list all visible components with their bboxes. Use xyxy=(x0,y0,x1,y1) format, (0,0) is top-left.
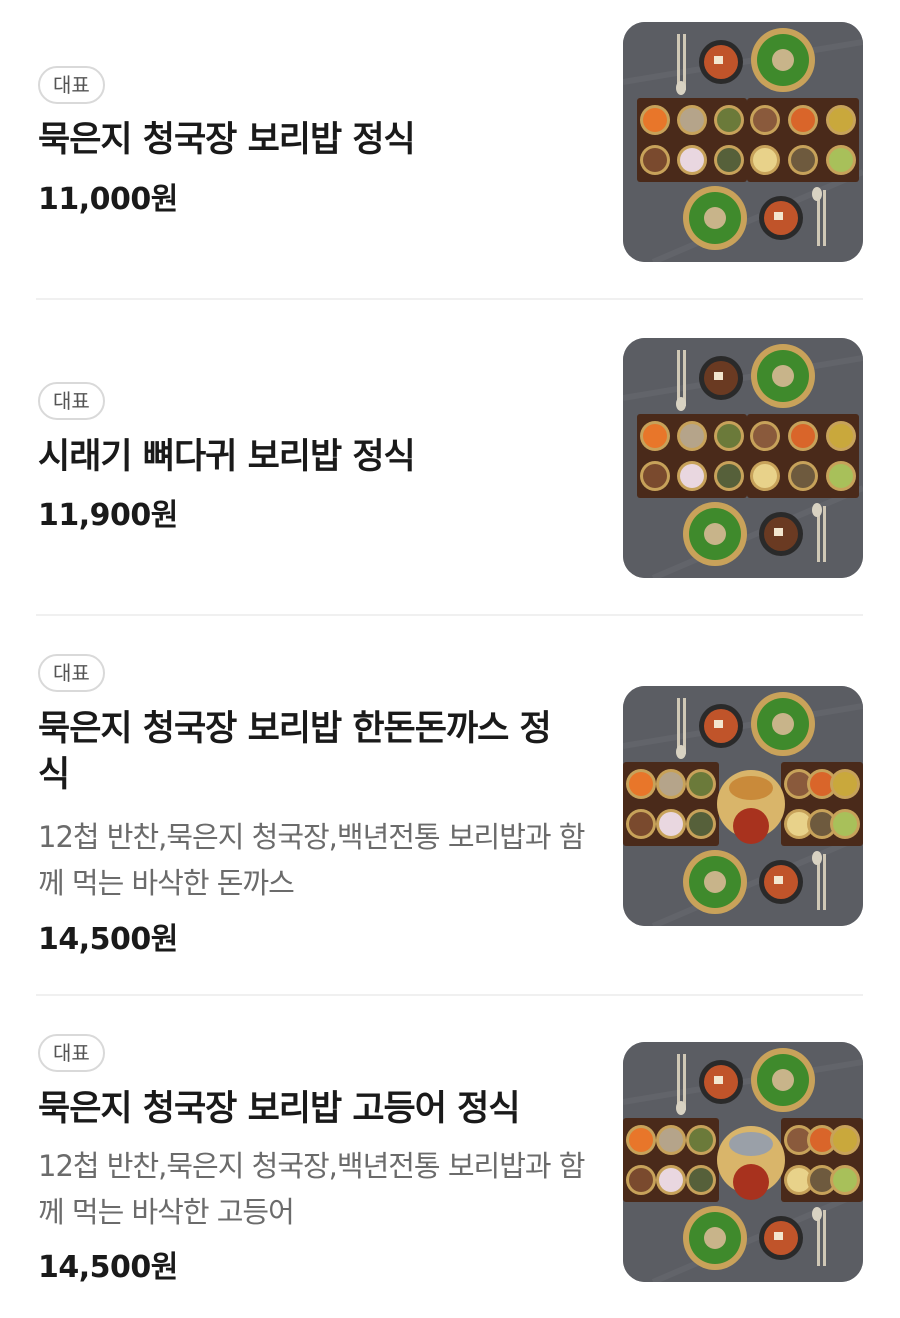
menu-item-price: 14,500원 xyxy=(38,922,178,957)
signature-badge: 대표 xyxy=(38,654,105,692)
menu-item-price: 11,000원 xyxy=(38,182,178,217)
menu-item-name: 묵은지 청국장 보리밥 정식 xyxy=(38,120,416,160)
menu-item-name: 시래기 뼈다귀 보리밥 정식 xyxy=(38,437,416,477)
signature-badge: 대표 xyxy=(38,1034,105,1072)
menu-item-name: 묵은지 청국장 보리밥 고등어 정식 xyxy=(38,1089,521,1129)
signature-badge: 대표 xyxy=(38,66,105,104)
menu-item-photo[interactable] xyxy=(623,686,863,926)
menu-item-photo[interactable] xyxy=(623,338,863,578)
menu-item-price: 14,500원 xyxy=(38,1250,178,1285)
menu-item[interactable]: 대표 시래기 뼈다귀 보리밥 정식 11,900원 xyxy=(0,300,900,614)
signature-badge: 대표 xyxy=(38,382,105,420)
menu-item[interactable]: 대표 묵은지 청국장 보리밥 고등어 정식 12첩 반찬,묵은지 청국장,백년전… xyxy=(0,996,900,1318)
menu-item-name: 묵은지 청국장 보리밥 한돈돈까스 정식 xyxy=(38,709,552,795)
menu-item[interactable]: 대표 묵은지 청국장 보리밥 한돈돈까스 정식 12첩 반찬,묵은지 청국장,백… xyxy=(0,616,900,994)
menu-item-photo[interactable] xyxy=(623,1042,863,1282)
menu-item[interactable]: 대표 묵은지 청국장 보리밥 정식 11,000원 xyxy=(0,0,900,298)
menu-item-price: 11,900원 xyxy=(38,498,178,533)
menu-item-description: 12첩 반찬,묵은지 청국장,백년전통 보리밥과 함께 먹는 바삭한 고등어 xyxy=(38,1149,585,1229)
menu-item-description: 12첩 반찬,묵은지 청국장,백년전통 보리밥과 함께 먹는 바삭한 돈까스 xyxy=(38,820,585,900)
menu-item-photo[interactable] xyxy=(623,22,863,262)
